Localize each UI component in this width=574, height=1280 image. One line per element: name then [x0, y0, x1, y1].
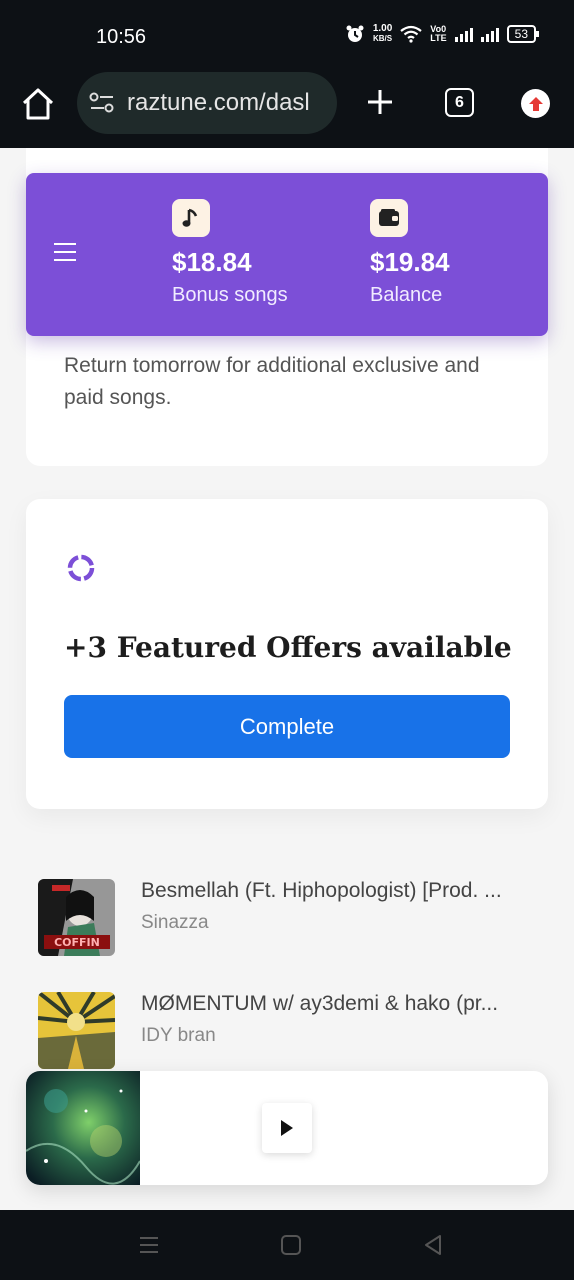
mini-player	[26, 1071, 548, 1185]
status-time: 10:56	[96, 26, 147, 48]
track-cover-art	[38, 992, 115, 1069]
signal-2-icon	[480, 26, 499, 42]
offers-card: +3 Featured Offers available Complete	[26, 499, 548, 809]
track-artist: Sinazza	[141, 912, 209, 933]
bonus-songs-label: Bonus songs	[172, 284, 288, 306]
bonus-songs-value: $18.84	[172, 247, 252, 277]
network-speed-value: 1.00	[372, 23, 393, 34]
track-cover-art: COFFIN	[38, 879, 115, 956]
page-content: Return tomorrow for additional exclusive…	[0, 148, 574, 1210]
loading-spinner-icon	[67, 554, 95, 582]
signal-1-icon	[454, 26, 473, 42]
volte-bottom: LTE	[430, 33, 447, 43]
player-cover-art	[26, 1071, 140, 1185]
alarm-icon	[346, 25, 364, 42]
update-button[interactable]	[521, 89, 550, 118]
track-item[interactable]: MØMENTUM w/ ay3demi & hako (pr... IDY br…	[38, 992, 538, 1070]
recent-apps-icon[interactable]	[138, 1234, 160, 1256]
offers-title: +3 Featured Offers available	[64, 631, 512, 664]
play-button[interactable]	[262, 1103, 312, 1153]
address-bar[interactable]: raztune.com/dasl	[77, 72, 337, 134]
status-bar: 10:56 1.00 KB/S Vo0 LTE 53	[0, 0, 574, 72]
status-icons: 1.00 KB/S Vo0 LTE 53	[345, 24, 540, 44]
browser-toolbar: raztune.com/dasl 6	[0, 72, 574, 148]
menu-icon[interactable]	[54, 243, 76, 261]
balance-value: $19.84	[370, 247, 450, 277]
track-title: Besmellah (Ft. Hiphopologist) [Prod. ...	[141, 879, 502, 902]
back-icon[interactable]	[422, 1234, 444, 1256]
new-tab-icon[interactable]	[366, 88, 394, 116]
music-note-icon	[172, 199, 210, 237]
balance-stat: $19.84 Balance	[370, 199, 450, 307]
network-speed: 1.00 KB/S	[373, 24, 392, 44]
battery-icon: 53	[506, 25, 540, 43]
url-text: raztune.com/dasl	[127, 89, 310, 116]
complete-button[interactable]: Complete	[64, 695, 510, 758]
volte-indicator: Vo0 LTE	[430, 25, 446, 43]
arrow-up-icon	[528, 96, 543, 111]
return-message: Return tomorrow for additional exclusive…	[64, 354, 480, 409]
home-nav-icon[interactable]	[280, 1234, 302, 1256]
site-settings-icon[interactable]	[89, 92, 115, 114]
play-icon	[281, 1120, 293, 1136]
bonus-songs-stat: $18.84 Bonus songs	[172, 199, 288, 307]
tab-switcher-button[interactable]: 6	[445, 88, 474, 117]
svg-text:COFFIN: COFFIN	[54, 936, 100, 949]
track-artist: IDY bran	[141, 1025, 216, 1046]
system-navigation-bar	[0, 1210, 574, 1280]
wallet-header: $18.84 Bonus songs $19.84 Balance	[26, 173, 548, 336]
network-speed-unit: KB/S	[373, 34, 393, 43]
track-title: MØMENTUM w/ ay3demi & hako (pr...	[141, 992, 499, 1015]
balance-label: Balance	[370, 284, 443, 306]
home-icon[interactable]	[20, 86, 56, 122]
wallet-icon	[370, 199, 408, 237]
track-item[interactable]: COFFIN Besmellah (Ft. Hiphopologist) [Pr…	[38, 879, 538, 957]
wifi-icon	[400, 25, 422, 43]
